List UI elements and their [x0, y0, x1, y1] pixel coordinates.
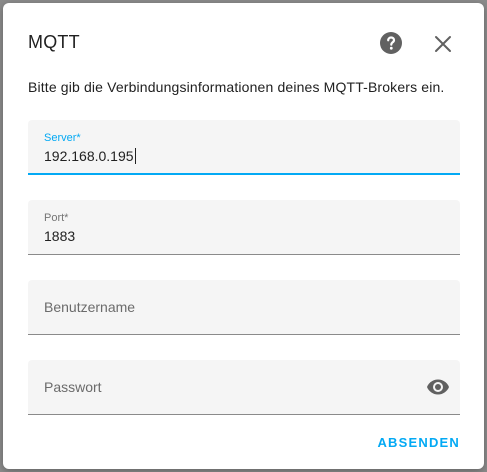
server-input[interactable]: 192.168.0.195	[44, 148, 136, 164]
server-field[interactable]: Server* 192.168.0.195	[28, 120, 460, 175]
mqtt-dialog: MQTT Bitte gib die Verbindungsinformatio…	[3, 3, 484, 469]
text-caret	[134, 148, 136, 164]
password-placeholder: Passwort	[44, 379, 102, 395]
port-label: Port*	[44, 212, 69, 224]
help-icon[interactable]	[379, 31, 403, 55]
password-field[interactable]: Passwort	[28, 360, 460, 415]
server-value: 192.168.0.195	[44, 148, 134, 164]
port-field[interactable]: Port* 1883	[28, 200, 460, 255]
submit-button[interactable]: ABSENDEN	[377, 435, 460, 450]
username-placeholder: Benutzername	[44, 299, 136, 315]
dialog-title: MQTT	[28, 32, 80, 52]
dialog-description: Bitte gib die Verbindungsinformationen d…	[28, 79, 445, 95]
eye-icon[interactable]	[426, 375, 450, 399]
close-icon[interactable]	[432, 33, 454, 55]
port-input[interactable]: 1883	[44, 228, 75, 244]
username-field[interactable]: Benutzername	[28, 280, 460, 335]
server-label: Server*	[44, 132, 81, 144]
